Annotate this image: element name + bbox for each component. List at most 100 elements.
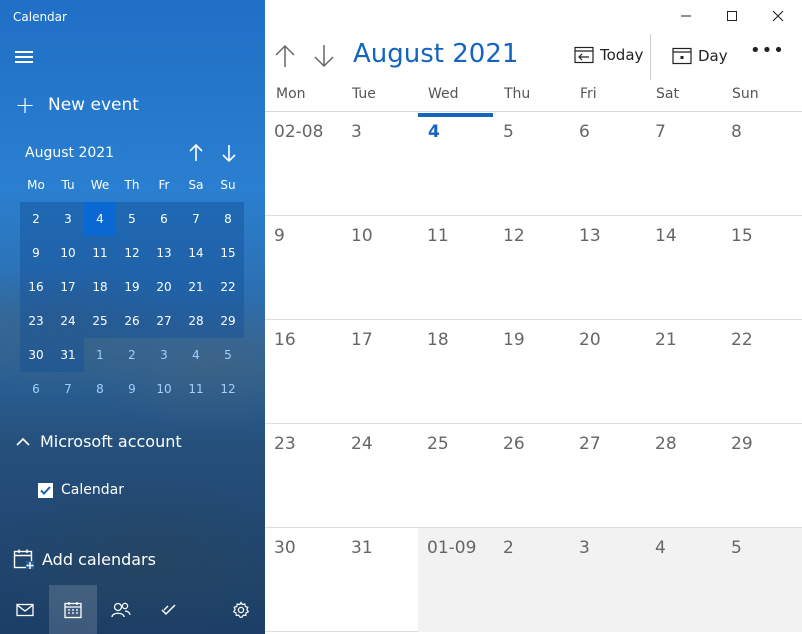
mini-calendar-day[interactable]: 24	[52, 304, 84, 338]
mini-calendar-day[interactable]: 9	[20, 236, 52, 270]
mini-calendar-day[interactable]: 4	[84, 202, 116, 236]
day-cell[interactable]: 26	[494, 424, 570, 528]
mini-calendar-day[interactable]: 22	[212, 270, 244, 304]
day-cell[interactable]: 01-09	[418, 528, 494, 632]
day-cell[interactable]: 2	[494, 528, 570, 632]
microsoft-account-toggle[interactable]: Microsoft account	[15, 432, 182, 451]
new-event-button[interactable]: + New event	[15, 93, 139, 117]
day-cell[interactable]: 5	[722, 528, 802, 632]
day-cell[interactable]: 12	[494, 216, 570, 320]
mini-calendar-day[interactable]: 3	[52, 202, 84, 236]
mini-calendar-grid: 2 3 4 5 6 7 8 9 10 11 12 13 14 15 16 17 18 19 20 21 22 23 24 25…	[20, 202, 244, 406]
calendar-checkbox-item[interactable]: Calendar	[38, 482, 124, 498]
maximize-button[interactable]	[709, 0, 755, 32]
day-cell[interactable]: 17	[342, 320, 418, 424]
mini-calendar-day[interactable]: 8	[84, 372, 116, 406]
mini-calendar-day[interactable]: 3	[148, 338, 180, 372]
day-cell[interactable]: 24	[342, 424, 418, 528]
today-button[interactable]: Today	[574, 46, 643, 64]
day-cell[interactable]: 20	[570, 320, 646, 424]
mini-calendar-day[interactable]: 10	[148, 372, 180, 406]
mini-calendar-day[interactable]: 18	[84, 270, 116, 304]
mini-calendar-day[interactable]: 16	[20, 270, 52, 304]
mini-calendar-day[interactable]: 7	[52, 372, 84, 406]
mini-calendar-day[interactable]: 30	[20, 338, 52, 372]
mini-calendar-day[interactable]: 19	[116, 270, 148, 304]
arrow-up-icon[interactable]	[187, 142, 205, 164]
mini-calendar-day[interactable]: 5	[212, 338, 244, 372]
day-cell[interactable]: 13	[570, 216, 646, 320]
day-cell[interactable]: 4	[646, 528, 722, 632]
mini-calendar-day[interactable]: 12	[116, 236, 148, 270]
mini-calendar-day[interactable]: 5	[116, 202, 148, 236]
day-cell[interactable]: 29	[722, 424, 802, 528]
day-view-button[interactable]: Day	[672, 47, 728, 65]
minimize-button[interactable]	[663, 0, 709, 32]
previous-month-arrow-icon[interactable]	[274, 43, 296, 69]
next-month-arrow-icon[interactable]	[313, 43, 335, 69]
day-cell[interactable]: 10	[342, 216, 418, 320]
mini-calendar-day[interactable]: 23	[20, 304, 52, 338]
day-cell[interactable]: 5	[494, 112, 570, 216]
people-icon	[111, 602, 131, 617]
mini-calendar-day[interactable]: 26	[116, 304, 148, 338]
day-cell[interactable]: 8	[722, 112, 802, 216]
mini-calendar-day[interactable]: 8	[212, 202, 244, 236]
add-calendars-button[interactable]: Add calendars	[13, 548, 156, 570]
mini-calendar-day[interactable]: 11	[180, 372, 212, 406]
mini-calendar-day[interactable]: 21	[180, 270, 212, 304]
close-button[interactable]	[755, 0, 801, 32]
mini-calendar-day[interactable]: 14	[180, 236, 212, 270]
mini-calendar-day[interactable]: 10	[52, 236, 84, 270]
day-cell[interactable]: 28	[646, 424, 722, 528]
day-cell[interactable]: 23	[265, 424, 342, 528]
day-cell[interactable]: 3	[570, 528, 646, 632]
mini-calendar-day[interactable]: 6	[148, 202, 180, 236]
day-cell[interactable]: 02-08	[265, 112, 342, 216]
day-cell[interactable]: 25	[418, 424, 494, 528]
day-cell[interactable]: 3	[342, 112, 418, 216]
people-button[interactable]	[97, 585, 145, 634]
day-cell[interactable]: 30	[265, 528, 342, 632]
day-cell[interactable]: 27	[570, 424, 646, 528]
todo-button[interactable]	[145, 585, 193, 634]
mini-calendar-day[interactable]: 2	[116, 338, 148, 372]
day-cell[interactable]: 18	[418, 320, 494, 424]
day-cell[interactable]: 7	[646, 112, 722, 216]
day-cell[interactable]: 31	[342, 528, 418, 632]
arrow-down-icon[interactable]	[220, 142, 238, 164]
mini-calendar-day[interactable]: 15	[212, 236, 244, 270]
settings-button[interactable]	[217, 585, 265, 634]
mini-calendar-day[interactable]: 31	[52, 338, 84, 372]
mini-calendar-day[interactable]: 7	[180, 202, 212, 236]
day-cell[interactable]: 4	[418, 112, 494, 216]
day-cell[interactable]: 16	[265, 320, 342, 424]
mini-calendar-day[interactable]: 27	[148, 304, 180, 338]
day-cell[interactable]: 11	[418, 216, 494, 320]
mini-calendar-day[interactable]: 12	[212, 372, 244, 406]
mini-calendar-day[interactable]: 13	[148, 236, 180, 270]
day-cell[interactable]: 22	[722, 320, 802, 424]
mini-calendar-day[interactable]: 2	[20, 202, 52, 236]
day-cell[interactable]: 15	[722, 216, 802, 320]
mini-calendar-day[interactable]: 20	[148, 270, 180, 304]
day-cell[interactable]: 6	[570, 112, 646, 216]
day-cell[interactable]: 14	[646, 216, 722, 320]
mini-calendar-day[interactable]: 29	[212, 304, 244, 338]
mini-calendar-day[interactable]: 25	[84, 304, 116, 338]
day-cell[interactable]: 19	[494, 320, 570, 424]
calendar-app-button[interactable]	[49, 585, 97, 634]
mini-calendar-day[interactable]: 28	[180, 304, 212, 338]
mini-calendar-day[interactable]: 11	[84, 236, 116, 270]
day-cell[interactable]: 9	[265, 216, 342, 320]
mini-calendar-day[interactable]: 17	[52, 270, 84, 304]
checkbox-checked-icon[interactable]	[38, 482, 53, 498]
hamburger-menu-icon[interactable]	[15, 50, 35, 64]
more-options-button[interactable]: •••	[750, 42, 784, 66]
mini-calendar-day[interactable]: 6	[20, 372, 52, 406]
mini-calendar-day[interactable]: 1	[84, 338, 116, 372]
mail-button[interactable]	[1, 585, 49, 634]
mini-calendar-day[interactable]: 9	[116, 372, 148, 406]
mini-calendar-day[interactable]: 4	[180, 338, 212, 372]
day-cell[interactable]: 21	[646, 320, 722, 424]
